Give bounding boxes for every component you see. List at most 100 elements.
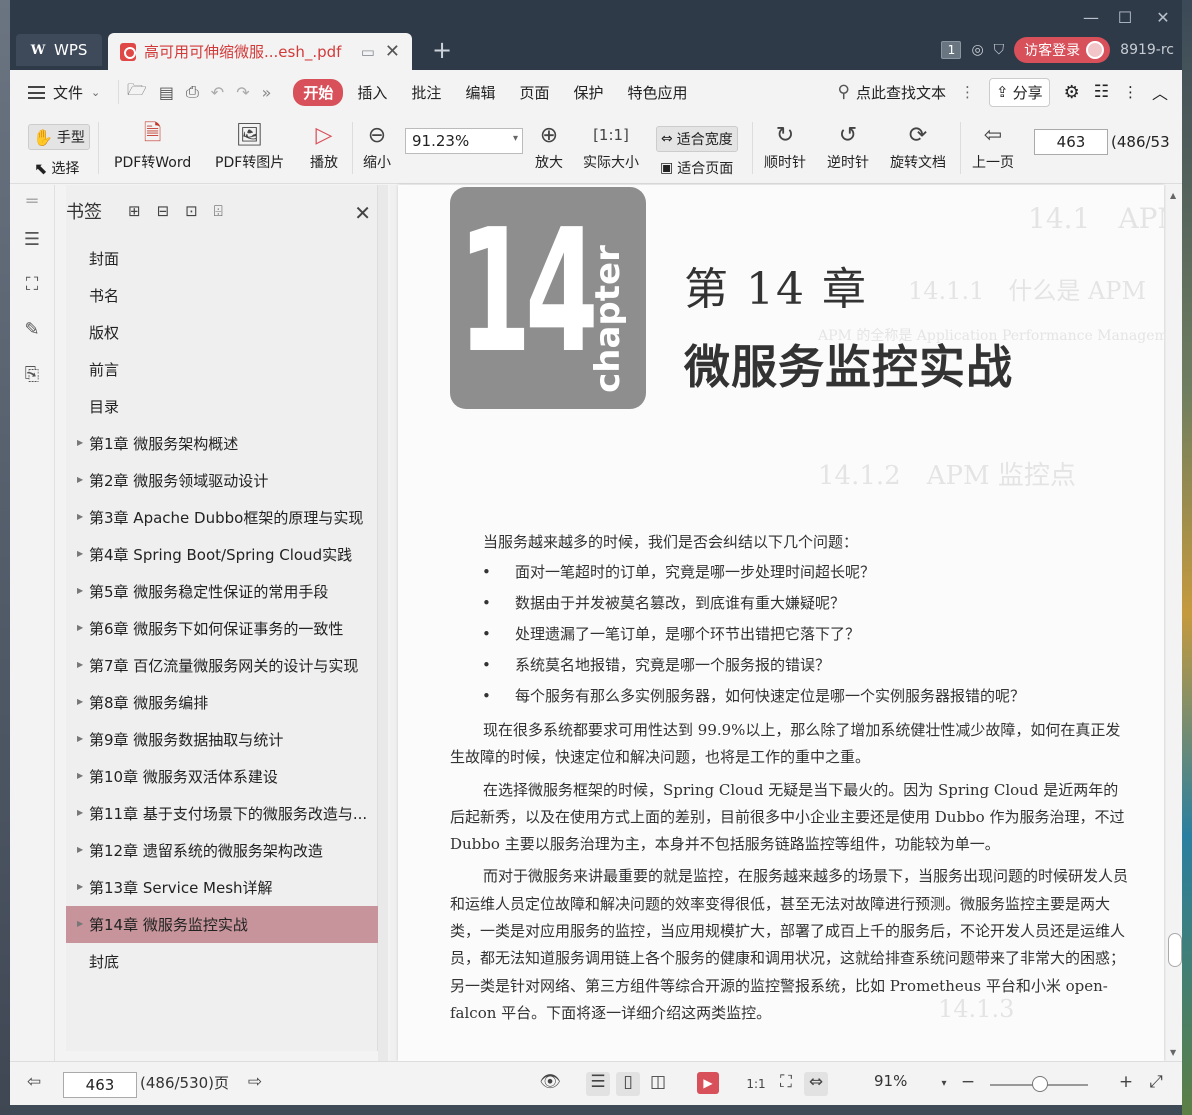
next-page-icon[interactable]: ⇨ [243, 1072, 267, 1096]
pdf-to-image-button[interactable]: 🖼 PDF转图片 [215, 118, 284, 172]
bookmark-panel-icon[interactable]: ⎘ [21, 364, 43, 386]
settings-icon[interactable]: ⚙ [1064, 82, 1080, 103]
bookmark-item[interactable]: ▶ 第8章 微服务编排 [66, 684, 378, 721]
expand-arrow-icon[interactable]: ▶ [77, 660, 83, 669]
thumbnails-icon[interactable]: ☰ [21, 229, 43, 251]
expand-arrow-icon[interactable]: ▶ [77, 808, 83, 817]
tab-close-icon[interactable]: ✕ [385, 41, 400, 62]
close-icon[interactable]: ✕ [354, 201, 371, 225]
bookmark-item[interactable]: 封面 [66, 240, 378, 277]
close-window-button[interactable]: ✕ [1146, 8, 1180, 27]
expand-arrow-icon[interactable]: ▶ [77, 734, 83, 743]
add-bookmark-icon[interactable]: ⊞ [128, 202, 141, 220]
bookmark-item[interactable]: ▶ 第5章 微服务稳定性保证的常用手段 [66, 573, 378, 610]
page-number-input[interactable]: 463 [1034, 129, 1108, 155]
fit-page-button[interactable]: ▣ 适合页面 [656, 156, 737, 180]
expand-arrow-icon[interactable]: ▶ [77, 697, 83, 706]
annotation-icon[interactable]: ✎ [21, 319, 43, 341]
tab-protect[interactable]: 保护 [563, 79, 613, 106]
prev-page-icon[interactable]: ⇦ [22, 1072, 46, 1096]
zoom-out-icon[interactable]: − [956, 1072, 980, 1096]
zoom-in-icon[interactable]: + [1114, 1072, 1138, 1096]
two-page-view-icon[interactable]: ◫ [646, 1072, 670, 1096]
zoom-select[interactable]: 91.23% ▾ [405, 128, 523, 154]
actual-size-icon[interactable]: 1:1 [744, 1072, 768, 1096]
bookmark-item[interactable]: ▶ 第9章 微服务数据抽取与统计 [66, 721, 378, 758]
print-icon[interactable]: ⎙ [186, 82, 199, 102]
expand-arrow-icon[interactable]: ▶ [77, 438, 83, 447]
expand-arrow-icon[interactable]: ▶ [77, 512, 83, 521]
tab-start[interactable]: 开始 [293, 78, 344, 106]
bookmark-item[interactable]: ▶ 第13章 Service Mesh详解 [66, 869, 378, 906]
tab-wps-home[interactable]: W WPS [16, 34, 102, 66]
expand-arrow-icon[interactable]: ▶ [77, 586, 83, 595]
tab-insert[interactable]: 插入 [347, 79, 397, 106]
open-folder-icon[interactable]: 🗁 [127, 79, 147, 106]
add-child-bookmark-icon[interactable]: ⊡ [185, 202, 198, 220]
bookmark-item[interactable]: ▶ 第1章 微服务架构概述 [66, 425, 378, 462]
more-vertical-icon[interactable]: ⋮ [960, 83, 975, 101]
rotate-counterclockwise-button[interactable]: ↺ 逆时针 [827, 118, 869, 172]
scroll-thumb[interactable] [1168, 933, 1182, 967]
expand-arrow-icon[interactable]: ▶ [77, 475, 83, 484]
single-page-view-icon[interactable]: ▯ [616, 1072, 640, 1096]
collapse-ribbon-icon[interactable]: ︿ [1152, 80, 1168, 104]
bookmark-item[interactable]: 版权 [66, 314, 378, 351]
eye-protection-icon[interactable]: 👁 [538, 1072, 562, 1096]
tab-special-apps[interactable]: 特色应用 [617, 79, 697, 106]
hand-tool-button[interactable]: ✋ 手型 [28, 124, 90, 150]
redo-icon[interactable]: ↷ [236, 83, 249, 102]
undo-icon[interactable]: ↶ [211, 83, 224, 102]
zoom-slider-knob[interactable] [1032, 1076, 1048, 1092]
shirt-icon[interactable]: ⛉ [994, 42, 1005, 58]
skin-icon[interactable]: ◎ [971, 42, 983, 58]
minimize-button[interactable]: — [1074, 8, 1108, 27]
continuous-view-icon[interactable]: ☰ [586, 1072, 610, 1096]
zoom-slider[interactable] [990, 1076, 1088, 1092]
file-menu[interactable]: 文件 ⌄ [10, 82, 118, 103]
scroll-down-icon[interactable]: ▼ [1170, 1048, 1176, 1057]
new-tab-button[interactable]: + [432, 36, 452, 64]
bookmark-item[interactable]: ▶ 第2章 微服务领域驱动设计 [66, 462, 378, 499]
expand-arrow-icon[interactable]: ▶ [77, 623, 83, 632]
zoom-in-button[interactable]: ⊕ 放大 [535, 118, 563, 172]
bookmark-scrollbar[interactable] [378, 185, 388, 1061]
expand-arrow-icon[interactable]: ▶ [77, 549, 83, 558]
actual-size-button[interactable]: [1:1] 实际大小 [583, 118, 639, 172]
bookmark-item[interactable]: ▶ 第11章 基于支付场景下的微服务改造与... [66, 795, 378, 832]
comment-icon[interactable]: ☷ [1094, 82, 1109, 102]
bookmark-item[interactable]: ▶ 第14章 微服务监控实战 [66, 906, 378, 943]
more-icon[interactable]: » [262, 83, 272, 102]
tab-document[interactable]: 高可用可伸缩微服...esh_.pdf ▭ ✕ [108, 33, 412, 70]
image-icon[interactable]: ⛶ [21, 274, 43, 296]
bookmark-item[interactable]: 书名 [66, 277, 378, 314]
expand-arrow-icon[interactable]: ▶ [77, 882, 83, 891]
expand-bookmarks-icon[interactable]: ⊟ [157, 202, 170, 220]
tab-edit[interactable]: 编辑 [455, 79, 505, 106]
play-slideshow-icon[interactable]: ▶ [696, 1072, 720, 1096]
fit-width-icon[interactable]: ⇔ [804, 1072, 828, 1096]
fullscreen-icon[interactable]: ⤢ [1144, 1072, 1168, 1096]
status-zoom-value[interactable]: 91% [874, 1072, 907, 1090]
save-icon[interactable]: ▤ [159, 83, 174, 102]
share-button[interactable]: ⇪ 分享 [989, 77, 1050, 107]
bookmark-item[interactable]: ▶ 第4章 Spring Boot/Spring Cloud实践 [66, 536, 378, 573]
bookmark-item[interactable]: 目录 [66, 388, 378, 425]
search-text[interactable]: ⚲ 点此查找文本 [838, 82, 946, 103]
tab-pin-icon[interactable]: ▭ [361, 43, 375, 61]
play-button[interactable]: ▷ 播放 [310, 118, 338, 172]
chevron-down-icon[interactable]: ▾ [932, 1072, 956, 1096]
previous-page-button[interactable]: ⇦ 上一页 [972, 118, 1014, 172]
bookmark-item[interactable]: 封底 [66, 943, 378, 980]
bookmark-item[interactable]: ▶ 第7章 百亿流量微服务网关的设计与实现 [66, 647, 378, 684]
select-tool-button[interactable]: ⬉ 选择 [30, 156, 83, 180]
document-scrollbar[interactable]: ▲ ▼ [1166, 185, 1182, 1061]
scroll-up-icon[interactable]: ▲ [1170, 191, 1176, 200]
fit-page-icon[interactable]: ⛶ [774, 1072, 798, 1096]
window-count-badge[interactable]: 1 [941, 41, 962, 59]
pdf-to-word-button[interactable]: 🗎 PDF转Word [114, 118, 191, 172]
bookmark-item[interactable]: ▶ 第10章 微服务双活体系建设 [66, 758, 378, 795]
guest-login-button[interactable]: 访客登录 [1014, 37, 1111, 63]
fit-width-button[interactable]: ⇔ 适合宽度 [656, 126, 738, 152]
more-options-icon[interactable]: ⋮ [1123, 83, 1138, 101]
